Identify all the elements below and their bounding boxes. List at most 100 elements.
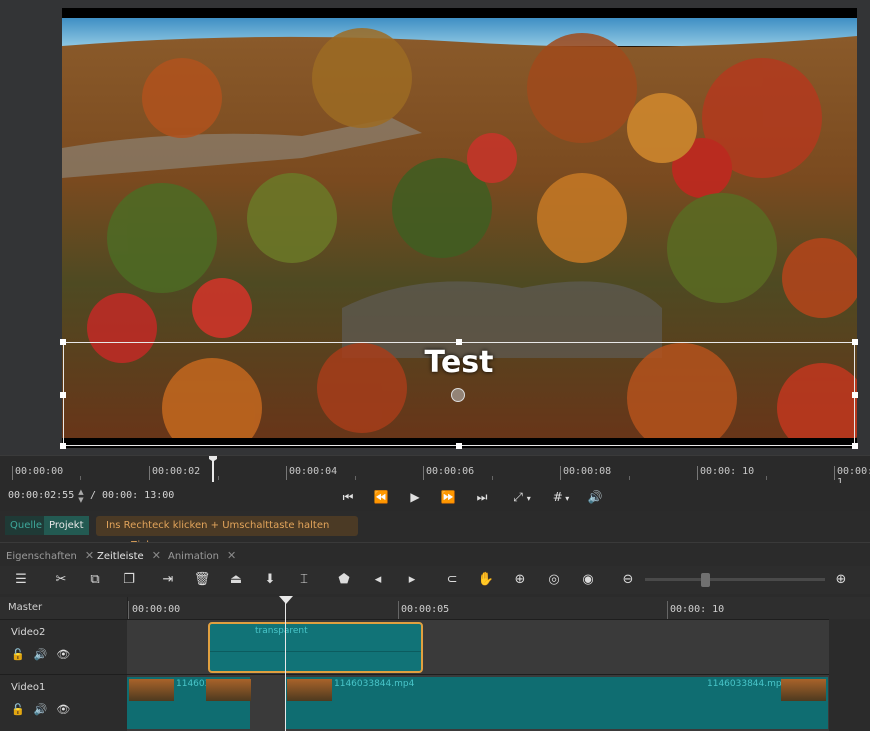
skip-to-end-button[interactable]: ⏭ (471, 487, 493, 507)
scrub-icon[interactable]: ✋ (475, 570, 497, 590)
timeline-label: 00:00: 10 (670, 604, 725, 615)
visibility-icon[interactable]: 👁 (56, 648, 70, 661)
menu-icon[interactable]: ☰ (10, 570, 32, 590)
visibility-icon[interactable]: 👁 (56, 703, 70, 716)
skip-to-start-button[interactable]: ⏮ (337, 487, 359, 507)
ruler-minor-tick (492, 476, 493, 480)
timeline-tick (128, 601, 129, 619)
mute-icon[interactable]: 🔊 (34, 648, 48, 661)
track-header-video2[interactable]: Video2 🔓 🔊 👁 (0, 619, 127, 674)
tab-label: Zeitleiste (97, 551, 144, 562)
rotation-handle[interactable] (451, 388, 465, 402)
title-bounding-box[interactable]: Test (60, 339, 858, 449)
ruler-label: 00:00:08 (563, 466, 612, 477)
ruler-tick (12, 466, 13, 480)
ripple-icon[interactable]: ◎ (543, 570, 565, 590)
resize-handle-right[interactable] (852, 392, 858, 398)
preview-playhead[interactable] (209, 456, 217, 482)
clip-thumbnail (287, 679, 332, 701)
split-icon[interactable]: ⌶ (293, 570, 315, 590)
ruler-tick (149, 466, 150, 480)
lock-icon[interactable]: 🔓 (11, 648, 25, 661)
ruler-label: 00:00:02 (152, 466, 201, 477)
track-video2[interactable]: transparent (127, 619, 829, 674)
clip-label: 1146033844.mp4 (707, 679, 788, 689)
resize-handle-bottom[interactable] (456, 443, 462, 449)
hint-message: Ins Rechteck klicken + Umschalttaste hal… (96, 516, 358, 551)
next-marker-icon[interactable]: ▸ (401, 570, 423, 590)
timeline-empty-area (829, 619, 870, 731)
paste-icon[interactable]: ❐ (118, 570, 140, 590)
tab-properties[interactable]: Eigenschaften ✕ (6, 549, 94, 562)
clip-video1-b[interactable]: 1146033844.mp4 1146033844.mp4 (285, 677, 828, 729)
timeline-tick (398, 601, 399, 619)
ruler-label: 00:00:06 (426, 466, 475, 477)
clip-thumbnail (206, 679, 251, 701)
title-overlay-text[interactable]: Test (64, 343, 854, 383)
track-name: Video1 (11, 682, 46, 693)
timeline-ruler[interactable]: 00:00:00 00:00:05 00:00: 10 (127, 597, 870, 619)
zoom-slider-track[interactable] (645, 578, 825, 581)
mute-icon[interactable]: 🔊 (34, 703, 48, 716)
tab-timeline[interactable]: Zeitleiste ✕ (97, 549, 161, 562)
resize-handle-bottom-right[interactable] (852, 443, 858, 449)
ruler-tick (560, 466, 561, 480)
ripple-all-icon[interactable]: ◉ (577, 570, 599, 590)
timeline-playhead-handle[interactable] (279, 596, 293, 604)
close-icon[interactable]: ✕ (152, 549, 161, 562)
ruler-minor-tick (218, 476, 219, 480)
ruler-tick (423, 466, 424, 480)
source-toggle[interactable]: Quelle (5, 516, 48, 535)
zoom-out-icon[interactable]: ⊖ (617, 570, 639, 590)
copy-icon[interactable]: ⧉ (84, 570, 106, 590)
master-label: Master (8, 602, 43, 613)
timeline-playhead[interactable] (285, 600, 286, 731)
overwrite-icon[interactable]: ⬇ (259, 570, 281, 590)
fast-forward-button[interactable]: ⏩ (437, 487, 459, 507)
track-header-video1[interactable]: Video1 🔓 🔊 👁 (0, 674, 127, 731)
play-button[interactable]: ▶ (404, 487, 426, 507)
track-video1[interactable]: 114603 1146033844.mp4 1146033844.mp4 (127, 674, 829, 731)
lift-icon[interactable]: ⏏ (225, 570, 247, 590)
delete-icon[interactable]: 🗑 (191, 570, 213, 590)
zoom-preview-button[interactable]: ⤢ ▾ (508, 487, 536, 507)
cut-icon[interactable]: ✂ (50, 570, 72, 590)
close-icon[interactable]: ✕ (227, 549, 236, 562)
previous-marker-icon[interactable]: ◂ (367, 570, 389, 590)
clip-transparent[interactable]: transparent (208, 622, 423, 673)
append-icon[interactable]: ⇥ (157, 570, 179, 590)
source-project-strip: Quelle Projekt Ins Rechteck klicken + Um… (0, 513, 870, 551)
tab-label: Animation (168, 551, 219, 562)
ruler-minor-tick (629, 476, 630, 480)
timeline-toolbar: ☰ ✂ ⧉ ❐ ⇥ 🗑 ⏏ ⬇ ⌶ ⬟ ◂ ▸ ⊂ ✋ ⊕ ◎ ◉ ⊖ ⊕ (0, 566, 870, 594)
project-toggle[interactable]: Projekt (44, 516, 89, 535)
timeline-tick (667, 601, 668, 619)
ruler-tick (834, 466, 835, 480)
lock-icon[interactable]: 🔓 (11, 703, 25, 716)
clip-thumbnail (781, 679, 826, 701)
resize-handle-top-left[interactable] (60, 339, 66, 345)
resize-handle-top-right[interactable] (852, 339, 858, 345)
resize-handle-top[interactable] (456, 339, 462, 345)
resize-handle-left[interactable] (60, 392, 66, 398)
close-icon[interactable]: ✕ (85, 549, 94, 562)
tab-animation[interactable]: Animation ✕ (168, 549, 236, 562)
preview-ruler[interactable]: 00:00:00 00:00:02 00:00:04 00:00:06 00:0… (0, 455, 870, 488)
magnet-icon[interactable]: ⊂ (441, 570, 463, 590)
current-timecode-field[interactable]: 00:00:02:55 (8, 490, 74, 501)
rewind-button[interactable]: ⏪ (370, 487, 392, 507)
timecode-spinner[interactable]: ▲ ▼ (76, 488, 86, 506)
timeline-label: 00:00:00 (132, 604, 181, 615)
clip-label: transparent (255, 626, 308, 636)
ruler-tick (286, 466, 287, 480)
clip-divider (210, 651, 421, 652)
grid-toggle-button[interactable]: # ▾ (546, 487, 576, 507)
snap-icon[interactable]: ⊕ (509, 570, 531, 590)
zoom-slider-thumb[interactable] (701, 573, 710, 587)
zoom-in-icon[interactable]: ⊕ (830, 570, 852, 590)
marker-icon[interactable]: ⬟ (333, 570, 355, 590)
clip-label: 1146033844.mp4 (334, 679, 415, 689)
volume-button[interactable]: 🔊 (584, 487, 606, 507)
resize-handle-bottom-left[interactable] (60, 443, 66, 449)
clip-video1-a[interactable]: 114603 (127, 677, 251, 729)
